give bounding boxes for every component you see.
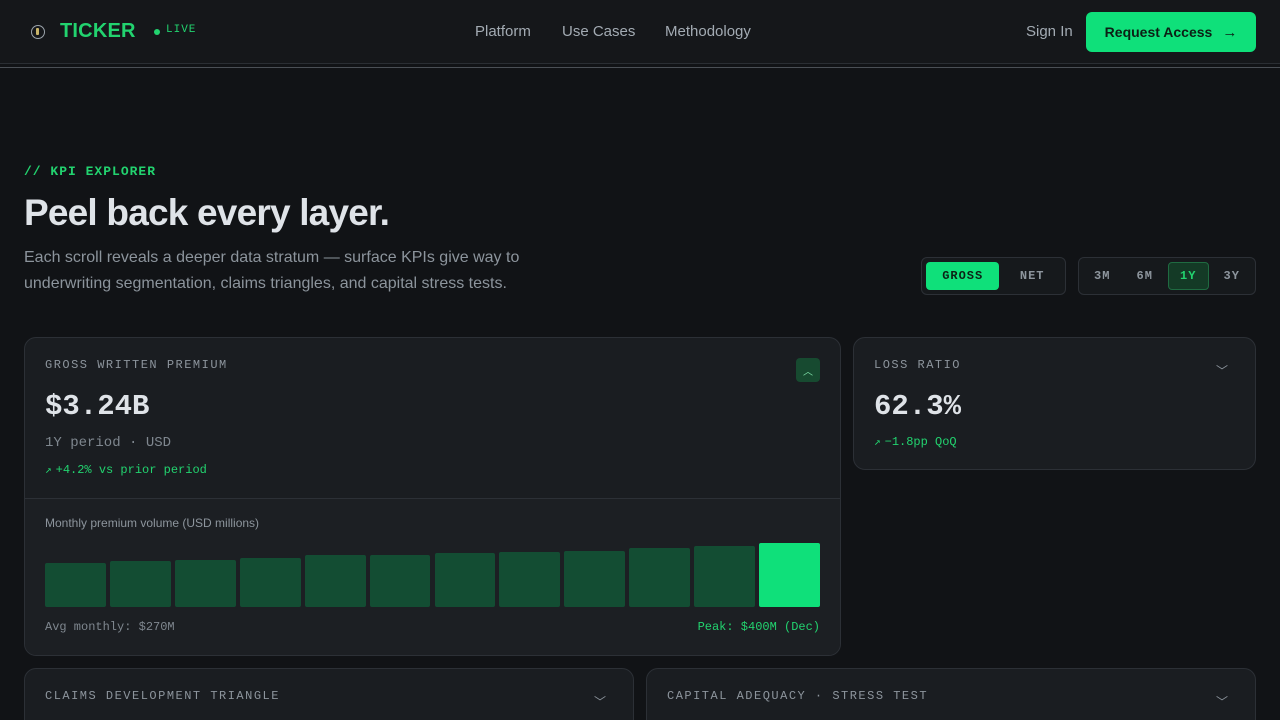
kpi-value: 62.3% (874, 390, 962, 423)
arrow-right-icon: → (1222, 23, 1238, 41)
trend-up-icon: ↗ (45, 465, 52, 477)
chart-bar-apr[interactable] (239, 558, 301, 607)
chart-bar-jan[interactable] (45, 563, 106, 607)
section-eyebrow: // KPI EXPLORER (24, 164, 157, 179)
kpi-card-capital-adequacy[interactable]: CAPITAL ADEQUACY · STRESS TEST ﹀ (646, 668, 1256, 720)
kpi-card-gross-written-premium: GROSS WRITTEN PREMIUM ︿ $3.24B 1Y period… (24, 337, 841, 656)
top-nav: TICKER LIVE Platform Use Cases Methodolo… (0, 0, 1280, 64)
trend-up-icon: ↗ (874, 437, 881, 449)
chart-peak: Peak: $400M (Dec) (697, 620, 820, 634)
logo-icon[interactable] (31, 25, 45, 39)
card-title: GROSS WRITTEN PREMIUM (45, 358, 228, 372)
chart-bar-jun[interactable] (369, 555, 431, 607)
kpi-period: 1Y period · USD (45, 435, 172, 451)
chevron-down-icon[interactable]: ﹀ (594, 693, 606, 710)
sign-in-link[interactable]: Sign In (1026, 23, 1073, 40)
live-badge: LIVE (166, 24, 197, 36)
nav-divider (0, 67, 1280, 68)
toggle-net[interactable]: NET (1003, 262, 1061, 290)
nav-link-use-cases[interactable]: Use Cases (562, 23, 635, 40)
nav-link-methodology[interactable]: Methodology (665, 23, 751, 40)
chevron-up-icon[interactable]: ︿ (796, 358, 820, 382)
card-title: CAPITAL ADEQUACY · STRESS TEST (667, 689, 929, 703)
period-6m[interactable]: 6M (1126, 262, 1165, 290)
basis-toggle: GROSS NET (921, 257, 1066, 295)
premium-volume-chart: Monthly premium volume (USD millions) Av… (25, 498, 840, 655)
page-title: Peel back every layer. (24, 192, 390, 233)
toggle-gross[interactable]: GROSS (926, 262, 1000, 290)
period-1y[interactable]: 1Y (1168, 262, 1209, 290)
kpi-card-claims-triangle[interactable]: CLAIMS DEVELOPMENT TRIANGLE ﹀ (24, 668, 634, 720)
chart-bar-oct[interactable] (629, 548, 691, 607)
chart-bar-jul[interactable] (434, 553, 496, 607)
kpi-value: $3.24B (45, 390, 150, 423)
chart-bar-dec[interactable] (759, 543, 820, 607)
request-access-button[interactable]: Request Access → (1086, 12, 1256, 52)
chart-bar-nov[interactable] (694, 546, 756, 607)
chart-bar-may[interactable] (304, 555, 366, 607)
request-access-label: Request Access (1104, 24, 1213, 40)
chart-avg: Avg monthly: $270M (45, 620, 175, 634)
chart-bar-mar[interactable] (174, 560, 236, 607)
chart-bar-aug[interactable] (499, 552, 561, 607)
bar-chart (45, 543, 820, 607)
chart-bar-sep[interactable] (564, 551, 626, 607)
chart-bar-feb[interactable] (109, 561, 171, 607)
period-toggle: 3M 6M 1Y 3Y (1078, 257, 1256, 295)
kpi-delta: ↗ −1.8pp QoQ (874, 435, 957, 449)
kpi-card-loss-ratio[interactable]: LOSS RATIO ﹀ 62.3% ↗ −1.8pp QoQ (853, 337, 1256, 470)
chevron-down-icon[interactable]: ﹀ (1216, 693, 1228, 710)
brand-name[interactable]: TICKER (60, 20, 136, 43)
period-3y[interactable]: 3Y (1213, 262, 1252, 290)
kpi-delta-text: +4.2% vs prior period (55, 463, 207, 477)
kpi-delta-text: −1.8pp QoQ (884, 435, 957, 449)
kpi-delta: ↗ +4.2% vs prior period (45, 463, 207, 477)
chevron-down-icon[interactable]: ﹀ (1216, 362, 1228, 379)
nav-link-platform[interactable]: Platform (475, 23, 531, 40)
card-title: CLAIMS DEVELOPMENT TRIANGLE (45, 689, 280, 703)
period-3m[interactable]: 3M (1083, 262, 1122, 290)
live-indicator-dot (154, 29, 160, 35)
card-title: LOSS RATIO (874, 358, 962, 372)
page-subtitle: Each scroll reveals a deeper data stratu… (24, 249, 520, 292)
chart-caption: Monthly premium volume (USD millions) (45, 516, 260, 530)
